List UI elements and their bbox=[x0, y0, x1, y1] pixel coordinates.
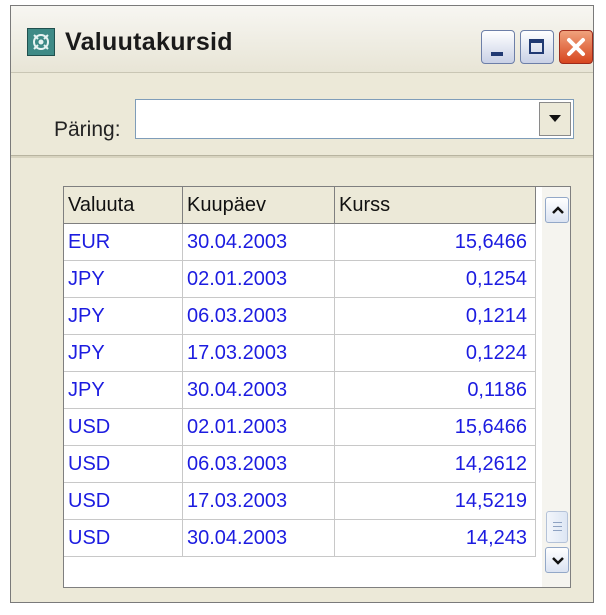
query-dropdown-button[interactable] bbox=[539, 102, 571, 136]
cell-rate: 0,1224 bbox=[334, 334, 536, 372]
minimize-button[interactable] bbox=[481, 30, 515, 64]
cell-currency: USD bbox=[64, 408, 183, 446]
vertical-scrollbar[interactable] bbox=[542, 187, 570, 587]
cell-date: 17.03.2003 bbox=[182, 482, 335, 520]
table-row[interactable]: JPY 02.01.2003 0,1254 bbox=[64, 260, 536, 298]
cell-rate: 15,6466 bbox=[334, 408, 536, 446]
grip-line bbox=[553, 530, 562, 531]
currency-rates-window: Valuutakursid Päring: Valuuta Kuupäev Ku… bbox=[10, 5, 594, 603]
close-icon bbox=[567, 38, 585, 56]
cell-rate: 0,1254 bbox=[334, 260, 536, 298]
cell-rate: 14,5219 bbox=[334, 482, 536, 520]
table-row[interactable]: JPY 30.04.2003 0,1186 bbox=[64, 371, 536, 409]
cell-date: 30.04.2003 bbox=[182, 223, 335, 261]
grip-line bbox=[553, 526, 562, 527]
scroll-down-button[interactable] bbox=[545, 547, 569, 573]
cell-currency: USD bbox=[64, 519, 183, 557]
cell-date: 02.01.2003 bbox=[182, 260, 335, 298]
table-row[interactable]: JPY 17.03.2003 0,1224 bbox=[64, 334, 536, 372]
cell-currency: USD bbox=[64, 482, 183, 520]
cell-date: 06.03.2003 bbox=[182, 297, 335, 335]
table-row[interactable]: EUR 30.04.2003 15,6466 bbox=[64, 223, 536, 261]
query-combobox[interactable] bbox=[135, 99, 574, 139]
cell-currency: JPY bbox=[64, 371, 183, 409]
cell-date: 30.04.2003 bbox=[182, 371, 335, 409]
divider bbox=[11, 155, 593, 158]
table-row[interactable]: USD 30.04.2003 14,243 bbox=[64, 519, 536, 557]
table-row[interactable]: JPY 06.03.2003 0,1214 bbox=[64, 297, 536, 335]
cell-rate: 14,243 bbox=[334, 519, 536, 557]
title-bar[interactable]: Valuutakursid bbox=[11, 6, 593, 73]
scroll-thumb[interactable] bbox=[546, 511, 568, 543]
query-label: Päring: bbox=[54, 118, 121, 141]
grip-line bbox=[553, 522, 562, 523]
rates-table: Valuuta Kuupäev Kurss EUR 30.04.2003 15,… bbox=[64, 187, 536, 557]
chevron-down-icon bbox=[549, 115, 561, 122]
query-input[interactable] bbox=[136, 100, 552, 138]
column-header-currency[interactable]: Valuuta bbox=[64, 187, 183, 224]
cell-rate: 0,1214 bbox=[334, 297, 536, 335]
scroll-up-button[interactable] bbox=[545, 197, 569, 223]
cell-date: 17.03.2003 bbox=[182, 334, 335, 372]
cell-currency: EUR bbox=[64, 223, 183, 261]
cell-currency: JPY bbox=[64, 260, 183, 298]
cell-rate: 15,6466 bbox=[334, 223, 536, 261]
table-row[interactable]: USD 06.03.2003 14,2612 bbox=[64, 445, 536, 483]
chevron-down-icon bbox=[552, 557, 564, 565]
close-button[interactable] bbox=[559, 30, 593, 64]
column-header-date[interactable]: Kuupäev bbox=[182, 187, 335, 224]
window-title: Valuutakursid bbox=[65, 28, 233, 56]
minimize-icon bbox=[491, 52, 503, 56]
exchange-icon bbox=[27, 28, 55, 56]
chevron-up-icon bbox=[552, 206, 564, 214]
table-row[interactable]: USD 02.01.2003 15,6466 bbox=[64, 408, 536, 446]
cell-currency: USD bbox=[64, 445, 183, 483]
cell-date: 06.03.2003 bbox=[182, 445, 335, 483]
maximize-button[interactable] bbox=[520, 30, 554, 64]
rates-grid[interactable]: Valuuta Kuupäev Kurss EUR 30.04.2003 15,… bbox=[63, 186, 571, 588]
cell-currency: JPY bbox=[64, 334, 183, 372]
cell-currency: JPY bbox=[64, 297, 183, 335]
cell-rate: 14,2612 bbox=[334, 445, 536, 483]
cell-rate: 0,1186 bbox=[334, 371, 536, 409]
table-header-row: Valuuta Kuupäev Kurss bbox=[64, 187, 536, 224]
cell-date: 02.01.2003 bbox=[182, 408, 335, 446]
column-header-rate[interactable]: Kurss bbox=[334, 187, 536, 224]
maximize-icon bbox=[529, 39, 544, 54]
table-row[interactable]: USD 17.03.2003 14,5219 bbox=[64, 482, 536, 520]
cell-date: 30.04.2003 bbox=[182, 519, 335, 557]
